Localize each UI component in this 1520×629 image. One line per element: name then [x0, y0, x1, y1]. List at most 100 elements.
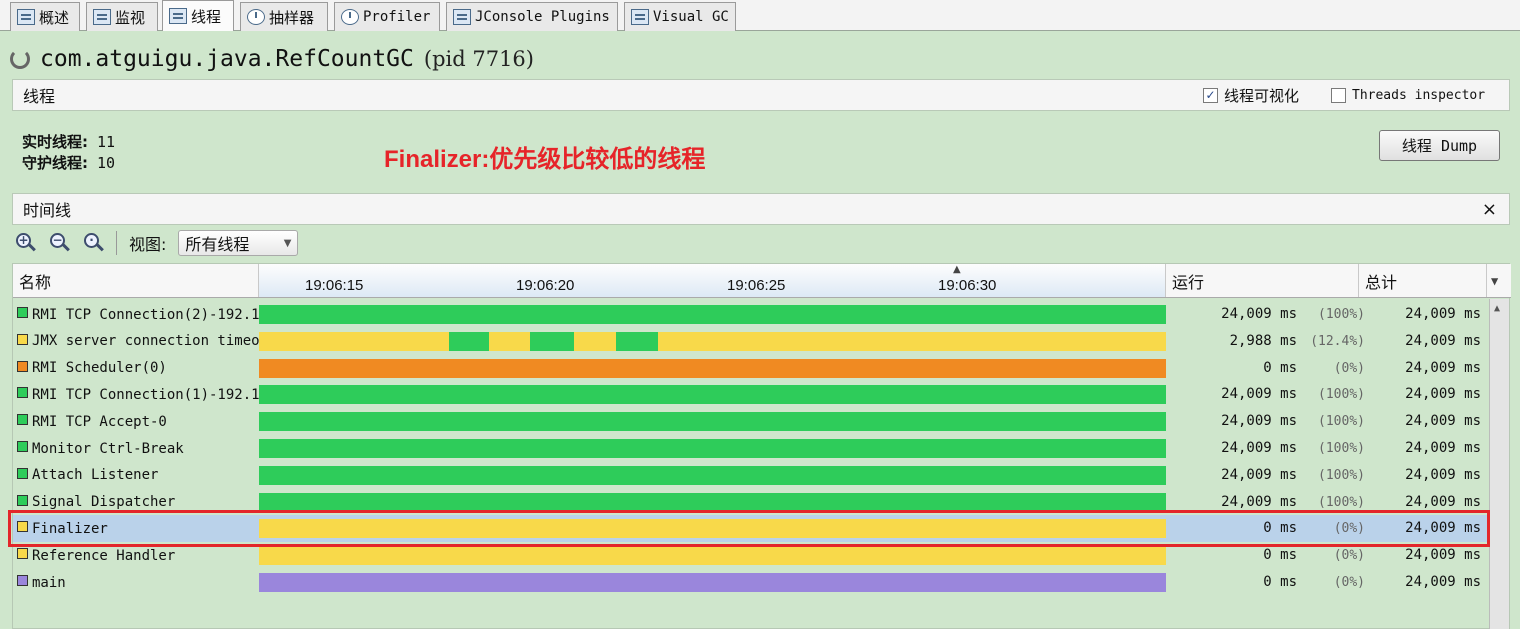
sampler-icon	[247, 9, 265, 25]
running-cell: 24,009 ms (100%)	[1168, 435, 1373, 462]
table-row[interactable]: Monitor Ctrl-Break 24,009 ms (100%) 24,009 …	[13, 435, 1487, 462]
jconsole-icon	[453, 9, 471, 25]
table-row[interactable]: main 0 ms (0%) 24,009 ms	[13, 569, 1487, 596]
column-header-total[interactable]: 总计	[1359, 264, 1487, 297]
thread-state-icon	[17, 360, 28, 372]
timeline-segment	[259, 546, 1166, 566]
running-time: 0 ms	[1263, 574, 1297, 590]
thread-timeline-bar	[259, 546, 1166, 566]
tab-sampler[interactable]: 抽样器	[240, 2, 328, 31]
running-time: 24,009 ms	[1221, 386, 1297, 403]
thread-name: Reference Handler	[32, 547, 176, 564]
time-tick: 19:06:25	[727, 277, 786, 294]
running-cell: 24,009 ms (100%)	[1168, 408, 1373, 435]
tab-jconsole-plugins[interactable]: JConsole Plugins	[446, 2, 618, 31]
thread-timeline-bar	[259, 492, 1166, 512]
table-row[interactable]: RMI Scheduler(0) 0 ms (0%) 24,009 ms	[13, 355, 1487, 382]
thread-name: RMI TCP Connection(2)-192.168.	[32, 306, 259, 323]
vertical-scrollbar[interactable]: ▲	[1489, 299, 1509, 629]
running-time: 2,988 ms	[1229, 332, 1297, 349]
tab-overview[interactable]: 概述	[10, 2, 80, 31]
loading-spinner-icon	[10, 49, 30, 69]
tab-visual-gc[interactable]: Visual GC	[624, 2, 736, 31]
column-menu-arrow-icon[interactable]: ▼	[1491, 274, 1498, 288]
inspector-label: Threads inspector	[1352, 87, 1486, 103]
running-time: 24,009 ms	[1221, 466, 1297, 483]
zoom-in-icon[interactable]: +	[14, 232, 36, 254]
time-tick: 19:06:15	[305, 277, 364, 294]
visualgc-icon	[631, 9, 649, 25]
thread-state-icon	[17, 575, 28, 586]
checkbox-unchecked-icon[interactable]	[1331, 87, 1346, 103]
column-header-running[interactable]: 运行	[1166, 264, 1359, 297]
thread-stats: 实时线程: 11 守护线程: 10	[22, 132, 115, 174]
timeline-segment	[259, 492, 1166, 512]
thread-timeline-bar	[259, 305, 1166, 324]
thread-name-cell: main	[17, 569, 259, 596]
live-threads-label: 实时线程:	[22, 133, 88, 151]
tab-monitor[interactable]: 监视	[86, 2, 158, 31]
table-row[interactable]: JMX server connection timeout 2,988 ms (12…	[13, 328, 1487, 355]
thread-name: RMI TCP Connection(1)-192.168.	[32, 386, 259, 403]
thread-timeline-bar	[259, 331, 1166, 351]
thread-dump-button[interactable]: 线程 Dump	[1379, 130, 1500, 161]
running-percent: (100%)	[1318, 307, 1365, 322]
table-row[interactable]: RMI TCP Connection(2)-192.168. 24,009 ms (…	[13, 301, 1487, 328]
timeline-segment	[259, 331, 1166, 351]
tab-label: 抽样器	[269, 8, 315, 27]
zoom-out-icon[interactable]: −	[48, 232, 70, 254]
running-time: 24,009 ms	[1221, 306, 1297, 322]
tab-threads[interactable]: 线程	[162, 0, 234, 31]
app-name: com.atguigu.java.RefCountGC	[40, 46, 414, 72]
view-select-value: 所有线程	[185, 235, 250, 254]
column-header-timeline[interactable]: ▲ 19:06:15 19:06:20 19:06:25 19:06:30	[259, 264, 1166, 297]
tab-label: Profiler	[363, 9, 431, 25]
table-row[interactable]: RMI TCP Connection(1)-192.168. 24,009 ms (…	[13, 381, 1487, 408]
column-header-name[interactable]: 名称	[13, 264, 259, 297]
overview-icon	[17, 9, 35, 25]
running-cell: 24,009 ms (100%)	[1168, 462, 1373, 489]
tab-label: JConsole Plugins	[475, 9, 610, 25]
view-label: 视图:	[129, 235, 167, 254]
daemon-threads-value: 10	[97, 154, 116, 172]
thread-name-cell: RMI TCP Connection(1)-192.168.	[17, 381, 259, 408]
running-time: 24,009 ms	[1221, 413, 1297, 430]
tab-profiler[interactable]: Profiler	[334, 2, 440, 31]
threads-section-title: 线程	[23, 87, 56, 106]
thread-name-cell: Monitor Ctrl-Break	[17, 435, 259, 462]
toolbar-divider	[116, 231, 117, 255]
table-row[interactable]: Attach Listener 24,009 ms (100%) 24,009 ms	[13, 462, 1487, 489]
total-time: 24,009 ms	[1405, 332, 1481, 349]
timeline-segment	[530, 331, 574, 351]
running-percent: (100%)	[1318, 387, 1365, 403]
visualize-label: 线程可视化	[1224, 86, 1300, 105]
zoom-fit-icon[interactable]: ·	[82, 232, 104, 254]
timeline-segment	[259, 358, 1166, 378]
visualize-checkbox[interactable]: ✓ 线程可视化	[1203, 85, 1299, 106]
close-icon[interactable]: ×	[1482, 199, 1497, 220]
thread-timeline-bar	[259, 412, 1166, 432]
thread-name-cell: Attach Listener	[17, 462, 259, 489]
running-percent: (0%)	[1333, 575, 1365, 590]
app-title: com.atguigu.java.RefCountGC (pid 7716)	[10, 42, 534, 76]
total-time: 24,009 ms	[1405, 574, 1481, 590]
running-time: 24,009 ms	[1221, 493, 1297, 510]
thread-name: Monitor Ctrl-Break	[32, 440, 184, 457]
timeline-segment	[259, 573, 1166, 592]
table-row[interactable]: RMI TCP Accept-0 24,009 ms (100%) 24,009 ms	[13, 408, 1487, 435]
timeline-segment	[259, 385, 1166, 405]
time-tick: 19:06:30	[938, 277, 997, 294]
thread-timeline-bar	[259, 465, 1166, 485]
thread-name: Signal Dispatcher	[32, 494, 176, 511]
view-select[interactable]: 所有线程 ▼	[178, 230, 299, 256]
scroll-up-icon[interactable]: ▲	[1494, 303, 1500, 314]
threads-inspector-checkbox[interactable]: Threads inspector	[1331, 87, 1486, 103]
running-percent: (12.4%)	[1310, 333, 1365, 349]
thread-timeline-bar	[259, 358, 1166, 378]
tab-label: 概述	[39, 8, 70, 27]
running-cell: 0 ms (0%)	[1168, 355, 1373, 382]
timeline-segment	[259, 412, 1166, 432]
checkbox-checked-icon[interactable]: ✓	[1203, 87, 1218, 103]
timeline-segment	[616, 331, 659, 351]
threads-table: 名称 ▲ 19:06:15 19:06:20 19:06:25 19:06:30…	[12, 263, 1511, 629]
